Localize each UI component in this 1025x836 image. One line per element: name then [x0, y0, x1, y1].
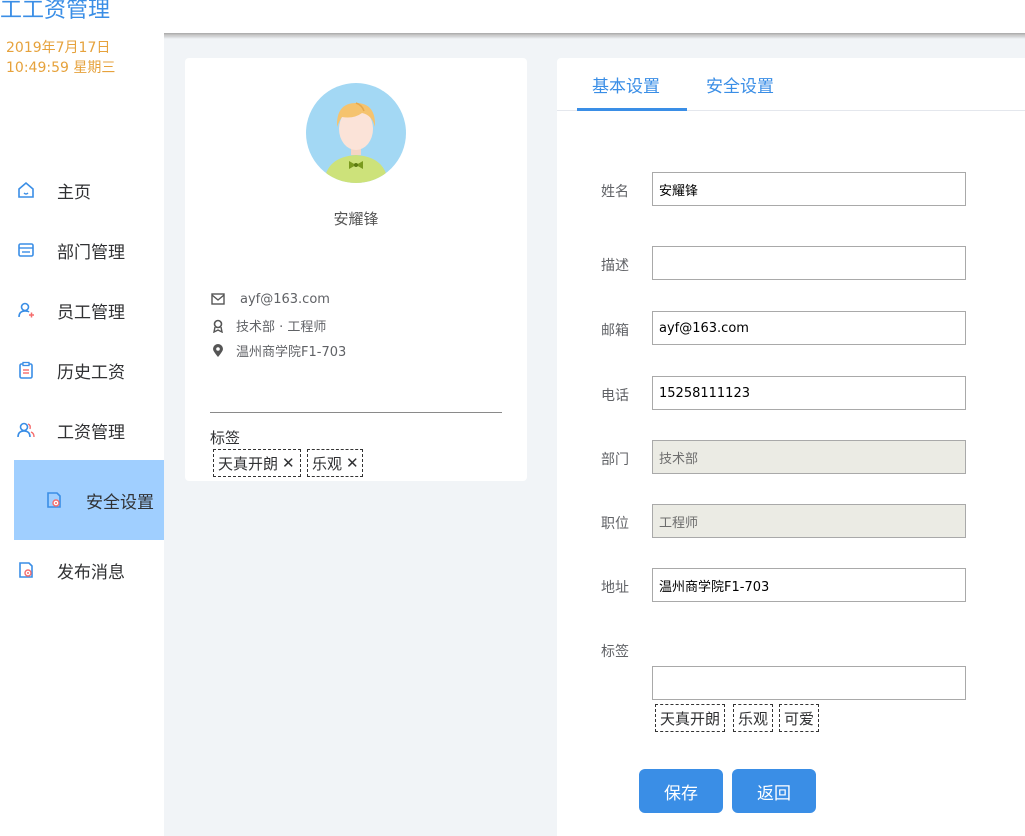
phone-input[interactable]: [652, 376, 966, 410]
name-label: 姓名: [601, 184, 629, 200]
profile-address: 温州商学院F1-703: [236, 345, 347, 360]
tags-title: 标签: [210, 429, 241, 447]
tags-label: 标签: [601, 644, 629, 660]
sidebar-item-label: 安全设置: [86, 492, 154, 513]
app-title: 员工工资管理: [0, 0, 111, 23]
tag-option[interactable]: 乐观: [733, 704, 774, 732]
profile-position: 技术部 · 工程师: [236, 320, 327, 335]
profile-position-row: 技术部 · 工程师: [210, 316, 326, 335]
department-label: 部门: [601, 452, 629, 468]
badge-icon: [210, 318, 226, 334]
profile-email-row: ayf@163.com: [210, 291, 330, 307]
sidebar-item-home[interactable]: 主页: [0, 160, 164, 220]
active-tab-indicator: [577, 108, 687, 111]
sidebar-item-label: 历史工资: [57, 362, 125, 383]
description-label: 描述: [601, 258, 629, 274]
tab-basic-settings[interactable]: 基本设置: [592, 72, 660, 97]
user-add-icon: [16, 300, 36, 320]
profile-address-row: 温州商学院F1-703: [210, 341, 346, 360]
position-label: 职位: [601, 516, 629, 532]
remove-tag-icon[interactable]: ✕: [282, 454, 295, 472]
sidebar-item-department[interactable]: 部门管理: [0, 220, 164, 280]
settings-tabs: 基本设置 安全设置: [557, 58, 1025, 111]
avatar: [306, 83, 406, 183]
profile-card: 安耀锋 ayf@163.com 技术部 · 工程师 温州商学院F1-703 标签…: [185, 58, 527, 481]
remove-tag-icon[interactable]: ✕: [346, 454, 359, 472]
location-pin-icon: [210, 343, 226, 359]
sidebar-item-publish[interactable]: 发布消息: [0, 540, 164, 600]
sidebar-item-label: 员工管理: [57, 302, 125, 323]
name-input[interactable]: [652, 172, 966, 206]
profile-tag: 天真开朗 ✕: [213, 449, 301, 477]
home-icon: [16, 180, 36, 200]
sidebar-item-employee[interactable]: 员工管理: [0, 280, 164, 340]
email-label: 邮箱: [601, 323, 629, 339]
clipboard-icon: [16, 360, 36, 380]
email-input[interactable]: [652, 311, 966, 345]
tab-security-settings[interactable]: 安全设置: [706, 72, 774, 97]
header-shadow: [164, 33, 1025, 39]
description-input[interactable]: [652, 246, 966, 280]
clock: 2019年7月17日 10:49:59 星期三: [6, 38, 115, 78]
document-settings-icon: [16, 560, 36, 580]
sidebar-item-label: 工资管理: [57, 422, 125, 443]
tag-option[interactable]: 天真开朗: [655, 704, 726, 732]
department-input: [652, 440, 966, 474]
profile-tag: 乐观 ✕: [307, 449, 363, 477]
document-settings-icon: [44, 490, 64, 510]
back-button[interactable]: 返回: [732, 769, 816, 813]
profile-divider: [210, 412, 502, 413]
sidebar-item-label: 部门管理: [57, 242, 125, 263]
sidebar-item-label: 发布消息: [57, 562, 125, 583]
mail-icon: [210, 291, 226, 307]
phone-label: 电话: [601, 388, 629, 404]
users-icon: [16, 420, 36, 440]
sidebar-item-salary[interactable]: 工资管理: [0, 400, 164, 460]
calendar-icon: [16, 240, 36, 260]
address-input[interactable]: [652, 568, 966, 602]
save-button[interactable]: 保存: [639, 769, 723, 813]
sidebar-item-label: 主页: [57, 182, 91, 203]
tag-option[interactable]: 可爱: [779, 704, 820, 732]
sidebar-item-security[interactable]: 安全设置: [14, 460, 164, 540]
tags-input[interactable]: [652, 666, 966, 700]
sidebar-item-history-salary[interactable]: 历史工资: [0, 340, 164, 400]
clock-time: 10:49:59 星期三: [6, 60, 116, 76]
position-input: [652, 504, 966, 538]
clock-date: 2019年7月17日: [6, 40, 111, 56]
profile-name: 安耀锋: [333, 210, 379, 228]
profile-email: ayf@163.com: [240, 291, 330, 307]
address-label: 地址: [601, 580, 629, 596]
settings-card: 基本设置 安全设置 姓名 描述 邮箱 电话 部门 职位 地址 标签 天真开朗 乐…: [557, 58, 1025, 836]
